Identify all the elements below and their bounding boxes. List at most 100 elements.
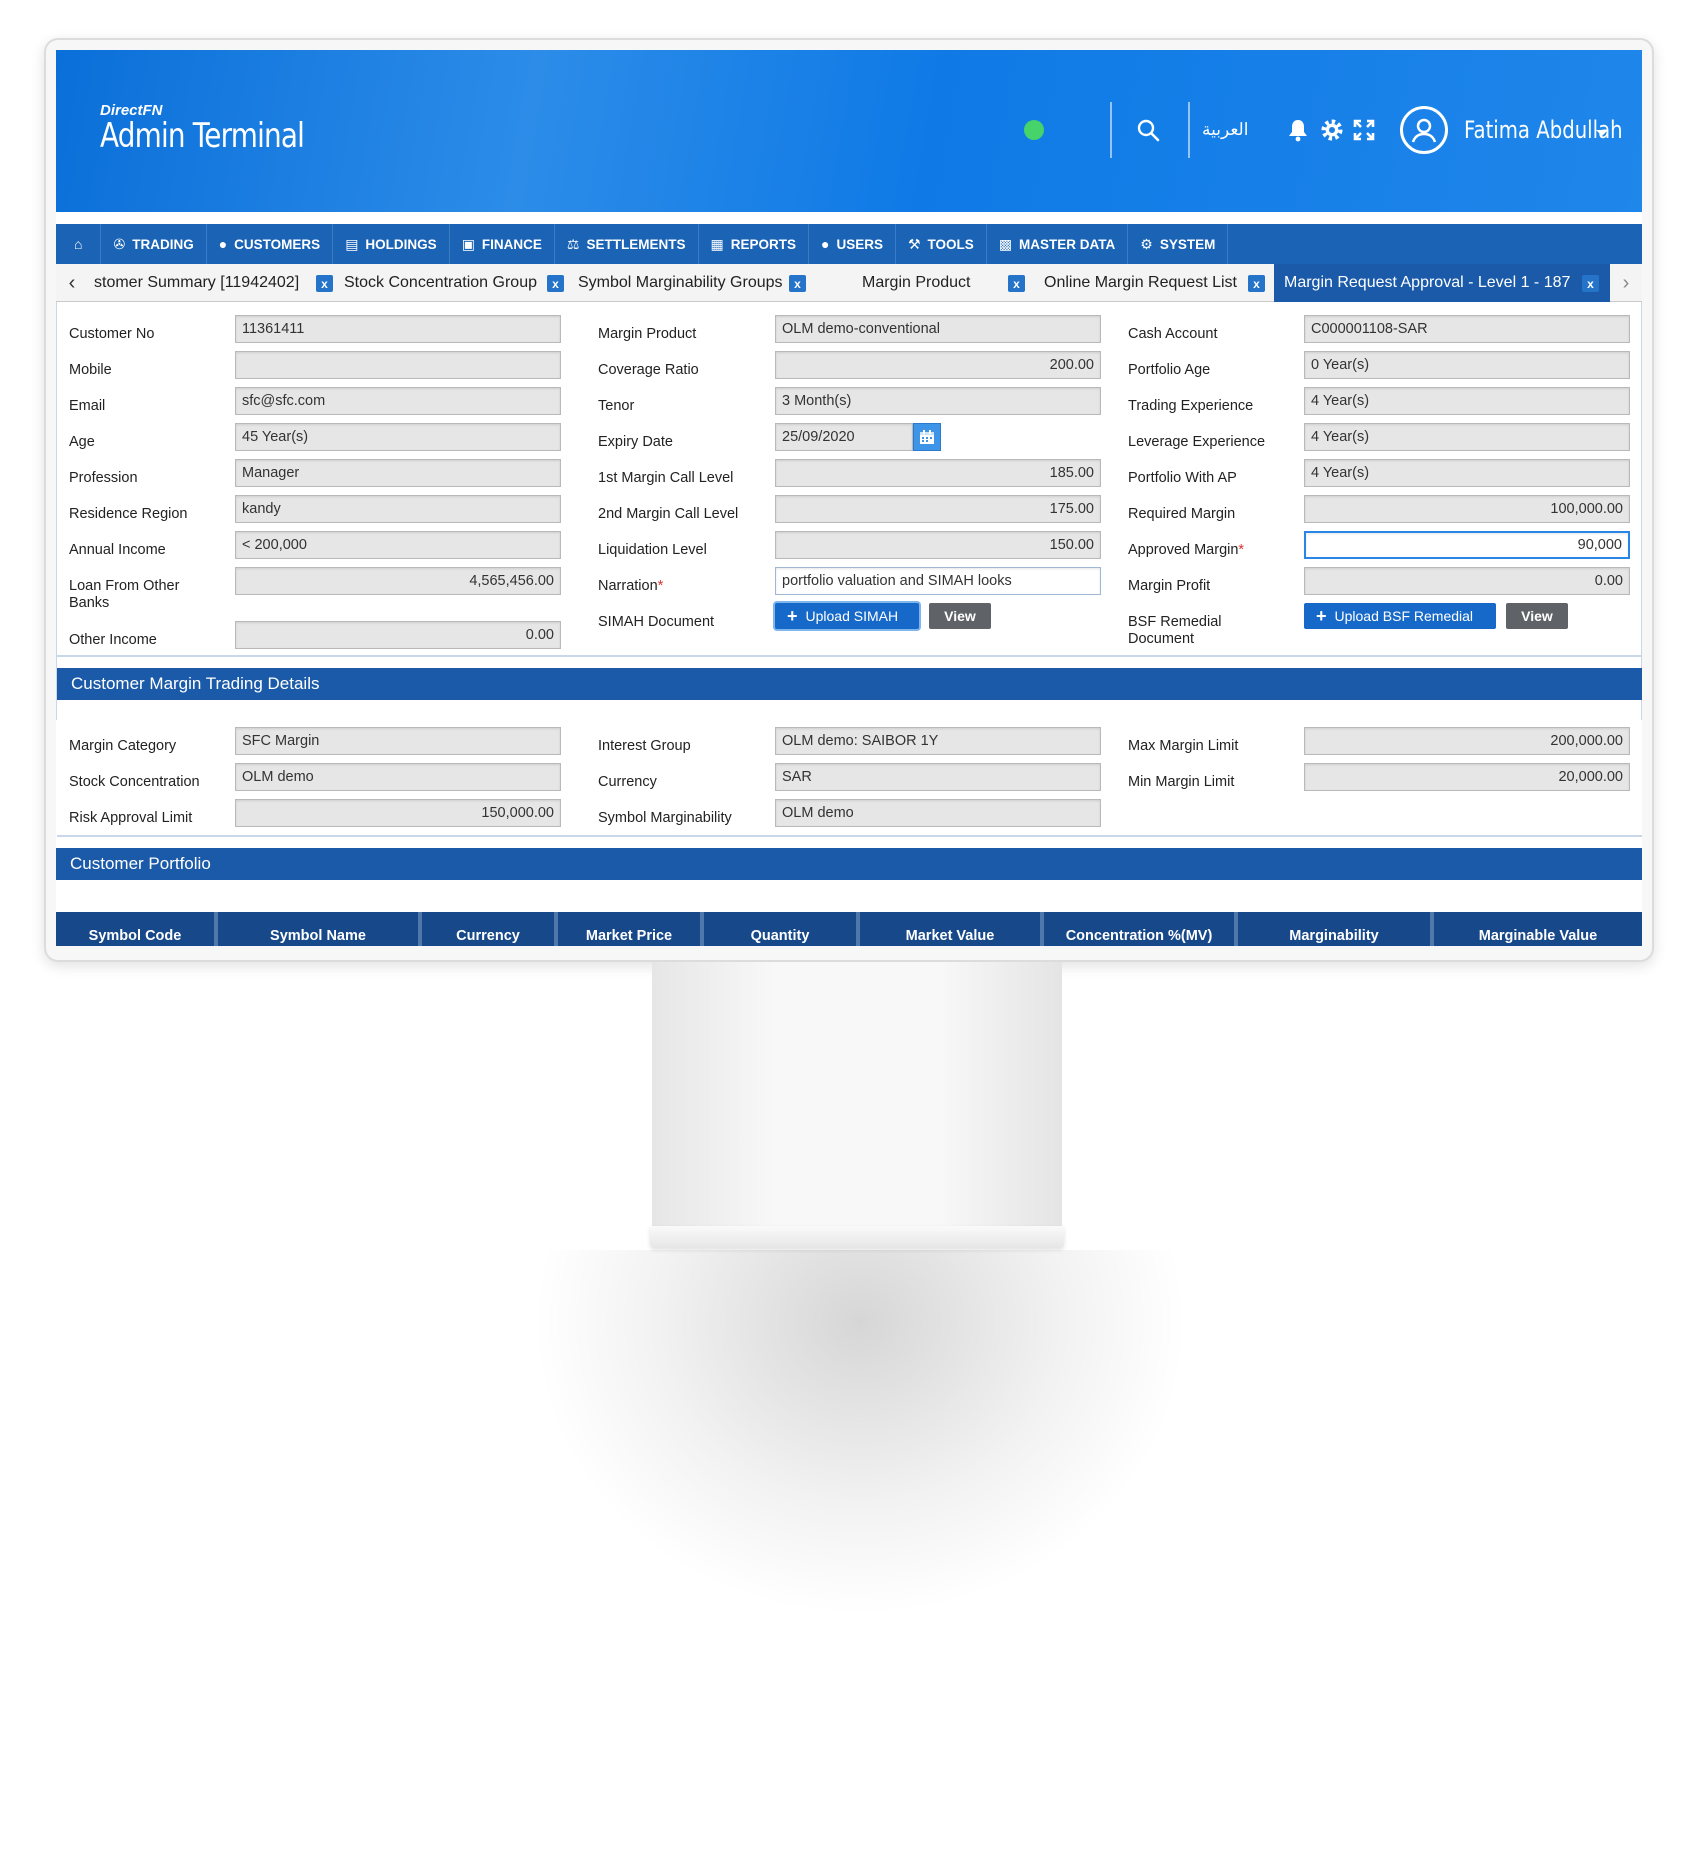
field-label: Profession xyxy=(69,470,138,486)
field-label: Portfolio With AP xyxy=(1128,470,1237,486)
fullscreen-icon[interactable] xyxy=(1350,116,1378,144)
annual-income-field: < 200,000 xyxy=(235,531,561,559)
app-title: Admin Terminal xyxy=(100,116,305,156)
portfolio-age-field: 0 Year(s) xyxy=(1304,351,1630,379)
column-header-marginable-value[interactable]: Marginable Value xyxy=(1434,912,1642,946)
loan-from-other-banks-field: 4,565,456.00 xyxy=(235,567,561,595)
menu-label: MASTER DATA xyxy=(1019,236,1116,252)
tab-label: Online Margin Request List xyxy=(1044,274,1237,291)
field-label: 1st Margin Call Level xyxy=(598,470,734,486)
other-income-field: 0.00 xyxy=(235,621,561,649)
email-field: sfc@sfc.com xyxy=(235,387,561,415)
required-marker: * xyxy=(1238,542,1245,558)
currency-field: SAR xyxy=(775,763,1101,791)
tab-label: Stock Concentration Group xyxy=(344,274,537,291)
min-margin-limit-field: 20,000.00 xyxy=(1304,763,1630,791)
view-simah-button[interactable]: View xyxy=(929,603,991,629)
user-icon: ● xyxy=(821,236,830,252)
field-label: Required Margin xyxy=(1128,506,1236,522)
liquidation-level-field: 150.00 xyxy=(775,531,1101,559)
close-icon[interactable]: x xyxy=(1008,275,1025,292)
field-label: Approved Margin* xyxy=(1128,542,1244,559)
tab-margin-product[interactable]: Margin Product xyxy=(862,264,982,302)
gear-icon[interactable] xyxy=(1318,116,1346,144)
menu-system[interactable]: ⚙ SYSTEM xyxy=(1128,224,1229,264)
field-label: Residence Region xyxy=(69,506,188,522)
chevron-down-icon[interactable] xyxy=(1596,130,1608,136)
cash-account-field: C000001108-SAR xyxy=(1304,315,1630,343)
narration-label: Narration xyxy=(598,578,658,594)
chevron-left-icon[interactable]: ‹ xyxy=(60,264,84,302)
search-icon[interactable] xyxy=(1134,116,1162,144)
upload-simah-button[interactable]: + Upload SIMAH xyxy=(775,603,919,629)
chevron-right-icon[interactable]: › xyxy=(1614,264,1638,302)
bar-chart-icon: ▤ xyxy=(345,235,359,252)
tab-label: Margin Product xyxy=(862,274,971,291)
puzzle-icon: ▩ xyxy=(998,235,1013,252)
calendar-icon[interactable] xyxy=(913,423,941,451)
close-icon[interactable]: x xyxy=(547,275,564,292)
menu-holdings[interactable]: ▤ HOLDINGS xyxy=(333,224,450,264)
section-divider xyxy=(57,835,1642,837)
approved-margin-label: Approved Margin xyxy=(1128,542,1239,558)
language-switch[interactable]: العربية xyxy=(1202,120,1248,140)
risk-approval-limit-field: 150,000.00 xyxy=(235,799,561,827)
menu-customers[interactable]: ● CUSTOMERS xyxy=(207,224,334,264)
menu-finance[interactable]: ▣ FINANCE xyxy=(450,224,555,264)
tab-online-margin-request-list[interactable]: Online Margin Request List xyxy=(1044,264,1244,302)
column-header-quantity[interactable]: Quantity xyxy=(704,912,860,946)
plus-icon: + xyxy=(1316,605,1327,626)
tab-label: stomer Summary [11942402] xyxy=(94,274,300,291)
field-label: Expiry Date xyxy=(598,434,673,450)
tab-margin-request-approval[interactable]: Margin Request Approval - Level 1 - 187 xyxy=(1274,264,1610,302)
menu-label: TRADING xyxy=(132,236,194,252)
margin-request-form: Customer No 11361411 Mobile Email sfc@sf… xyxy=(56,302,1642,837)
view-bsf-remedial-button[interactable]: View xyxy=(1506,603,1568,629)
bell-icon[interactable] xyxy=(1284,116,1312,144)
tenor-field: 3 Month(s) xyxy=(775,387,1101,415)
field-label: Max Margin Limit xyxy=(1128,738,1239,754)
app-screen: DirectFN Admin Terminal العربية Fatima A… xyxy=(56,50,1642,946)
monitor-shadow xyxy=(540,1250,1180,1610)
close-icon[interactable]: x xyxy=(1582,275,1599,292)
upload-bsf-remedial-button[interactable]: + Upload BSF Remedial xyxy=(1304,603,1496,629)
field-label: Margin Product xyxy=(598,326,697,342)
column-header-symbol-name[interactable]: Symbol Name xyxy=(218,912,422,946)
close-icon[interactable]: x xyxy=(789,275,806,292)
field-label: Currency xyxy=(598,774,657,790)
expiry-date-field[interactable]: 25/09/2020 xyxy=(775,423,913,451)
menu-home[interactable]: ⌂ xyxy=(56,224,102,264)
required-marker: * xyxy=(657,578,664,594)
tab-stock-concentration-group[interactable]: Stock Concentration Group xyxy=(344,264,544,302)
field-label: Risk Approval Limit xyxy=(69,810,193,826)
tab-customer-summary[interactable]: stomer Summary [11942402] xyxy=(94,264,304,302)
document-icon: ▦ xyxy=(710,235,724,252)
column-header-market-value[interactable]: Market Value xyxy=(860,912,1044,946)
menu-users[interactable]: ● USERS xyxy=(809,224,896,264)
tab-bar: ‹ stomer Summary [11942402] x Stock Conc… xyxy=(56,264,1642,302)
menu-reports[interactable]: ▦ REPORTS xyxy=(699,224,809,264)
tab-symbol-marginability-groups[interactable]: Symbol Marginability Groups xyxy=(578,264,788,302)
column-header-symbol-code[interactable]: Symbol Code xyxy=(56,912,218,946)
close-icon[interactable]: x xyxy=(316,275,333,292)
menu-tools[interactable]: ⚒ TOOLS xyxy=(896,224,987,264)
field-label: Mobile xyxy=(69,362,112,378)
column-header-concentration[interactable]: Concentration %(MV) xyxy=(1044,912,1238,946)
field-label: Margin Category xyxy=(69,738,177,754)
approved-margin-input[interactable]: 90,000 xyxy=(1304,531,1630,559)
narration-input[interactable]: portfolio valuation and SIMAH looks xyxy=(775,567,1101,595)
age-field: 45 Year(s) xyxy=(235,423,561,451)
menu-trading[interactable]: ✇ TRADING xyxy=(101,224,207,264)
close-icon[interactable]: x xyxy=(1248,275,1265,292)
field-label: Leverage Experience xyxy=(1128,434,1266,450)
user-avatar[interactable] xyxy=(1400,106,1448,154)
main-menu: ⌂ ✇ TRADING ● CUSTOMERS ▤ HOLDINGS ▣ FINANCE… xyxy=(56,224,1642,264)
column-header-market-price[interactable]: Market Price xyxy=(558,912,704,946)
portfolio-table-header: Symbol Code Symbol Name Currency Market … xyxy=(56,912,1642,946)
column-header-currency[interactable]: Currency xyxy=(422,912,558,946)
menu-master-data[interactable]: ▩ MASTER DATA xyxy=(987,224,1129,264)
column-header-marginability[interactable]: Marginability xyxy=(1238,912,1434,946)
menu-settlements[interactable]: ⚖ SETTLEMENTS xyxy=(555,224,699,264)
first-margin-call-level-field: 185.00 xyxy=(775,459,1101,487)
field-label: Stock Concentration xyxy=(69,774,200,790)
